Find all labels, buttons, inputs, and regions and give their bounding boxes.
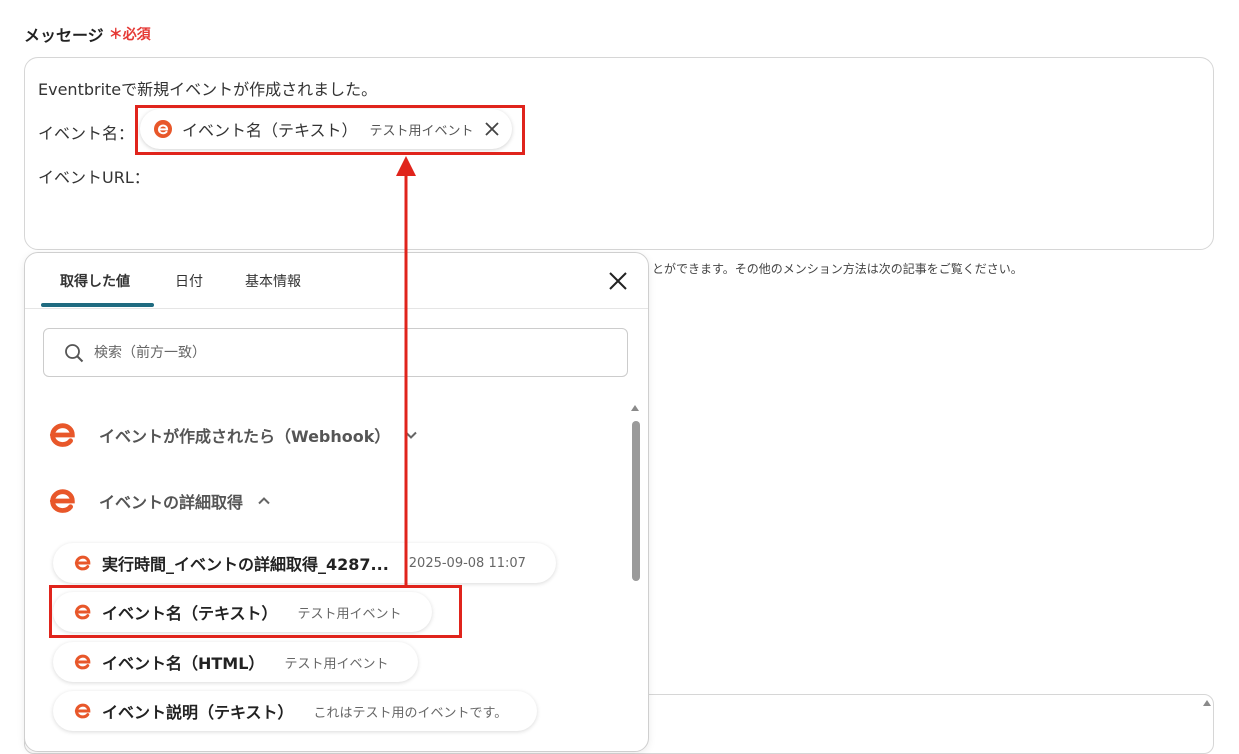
highlight-box-inserted bbox=[135, 105, 525, 155]
section-title: イベントの詳細取得 bbox=[99, 493, 244, 512]
tab-basic-info[interactable]: 基本情報 bbox=[245, 271, 301, 291]
item-value: テスト用イベント bbox=[284, 656, 389, 672]
search-input[interactable] bbox=[92, 343, 596, 362]
required-badge: ＊必須 bbox=[109, 24, 151, 44]
eventbrite-icon bbox=[73, 701, 93, 721]
chevron-down-icon bbox=[404, 428, 418, 442]
eventbrite-icon bbox=[73, 652, 93, 672]
chevron-up-icon bbox=[257, 494, 271, 508]
field-label-row: メッセージ ＊必須 bbox=[24, 22, 151, 46]
section-webhook[interactable]: イベントが作成されたら（Webhook） bbox=[47, 419, 418, 451]
search-icon bbox=[64, 343, 84, 363]
message-line-2-prefix: イベント名： bbox=[38, 124, 135, 143]
scroll-up-icon[interactable] bbox=[631, 405, 639, 411]
tab-acquired-values[interactable]: 取得した値 bbox=[60, 271, 130, 291]
message-line-3: イベントURL： bbox=[38, 168, 150, 187]
item-value: 2025-09-08 11:07 bbox=[408, 555, 526, 571]
item-name: イベント説明（テキスト） bbox=[102, 703, 294, 722]
close-icon[interactable] bbox=[608, 271, 628, 295]
required-text: 必須 bbox=[122, 27, 151, 43]
scrollbar-thumb[interactable] bbox=[632, 421, 640, 581]
active-tab-indicator bbox=[41, 303, 154, 307]
item-name: イベント名（HTML） bbox=[102, 654, 265, 673]
section-title: イベントが作成されたら（Webhook） bbox=[99, 427, 391, 446]
item-value: これはテスト用のイベントです。 bbox=[313, 705, 508, 721]
tab-date[interactable]: 日付 bbox=[175, 271, 203, 291]
item-name: 実行時間_イベントの詳細取得_4287... bbox=[102, 555, 389, 574]
scroll-up-icon[interactable] bbox=[1203, 700, 1211, 706]
picker-tabs: 取得した値 日付 基本情報 bbox=[25, 253, 648, 309]
search-box[interactable] bbox=[43, 328, 628, 377]
highlight-box-selected bbox=[49, 585, 462, 638]
variable-picker-panel: 取得した値 日付 基本情報 イベントが作成されたら（Webhook） イベントの… bbox=[24, 252, 649, 752]
eventbrite-icon bbox=[73, 553, 93, 573]
required-mark: ＊ bbox=[108, 27, 123, 43]
field-label: メッセージ bbox=[24, 26, 104, 45]
section-event-detail[interactable]: イベントの詳細取得 bbox=[47, 485, 271, 517]
mention-hint: とができます。その他のメンション方法は次の記事をご覧ください。 bbox=[652, 262, 1023, 276]
message-line-1: Eventbriteで新規イベントが作成されました。 bbox=[38, 80, 378, 99]
eventbrite-icon bbox=[47, 419, 79, 451]
variable-item-event-desc[interactable]: イベント説明（テキスト） これはテスト用のイベントです。 bbox=[53, 691, 538, 731]
variable-item-event-name-html[interactable]: イベント名（HTML） テスト用イベント bbox=[53, 642, 419, 682]
eventbrite-icon bbox=[47, 485, 79, 517]
variable-item-exec-time[interactable]: 実行時間_イベントの詳細取得_4287... 2025-09-08 11:07 bbox=[53, 543, 556, 583]
